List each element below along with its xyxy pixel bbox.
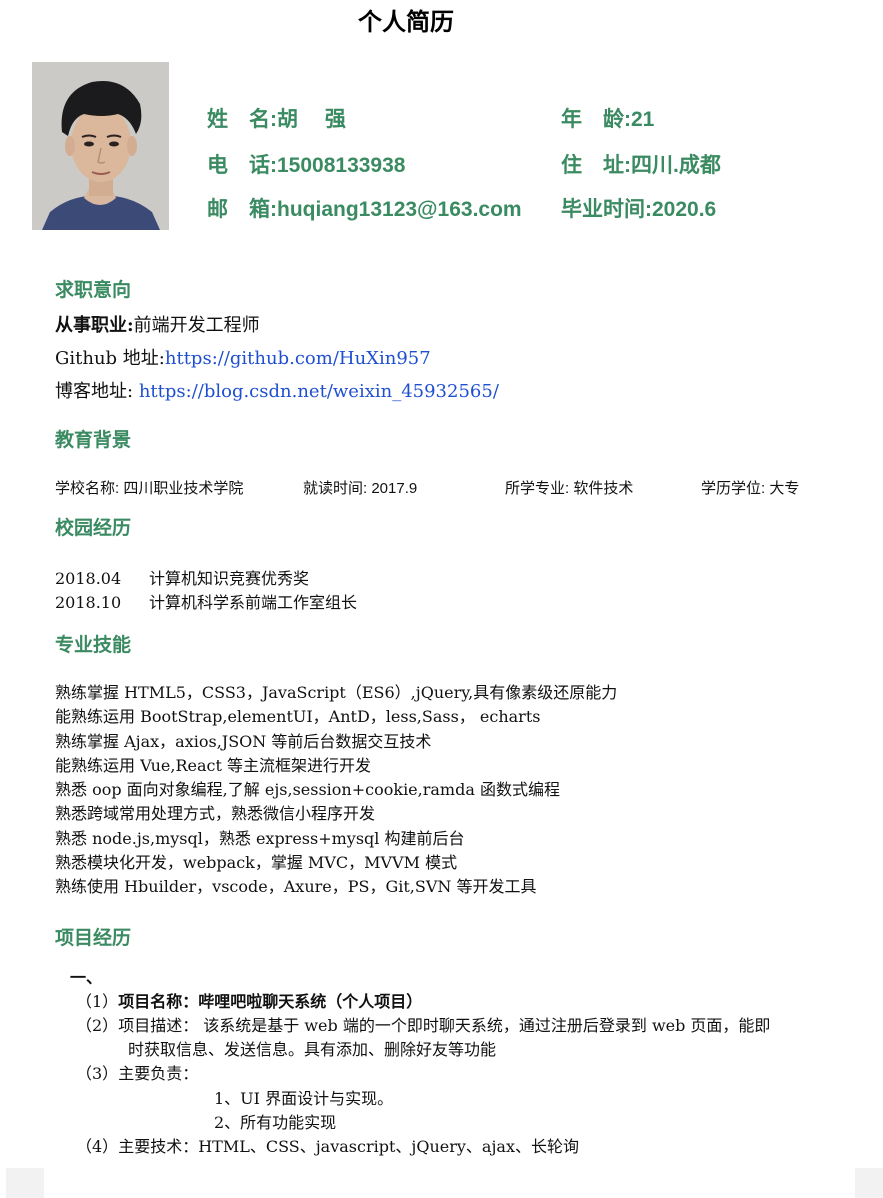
education-school: 学校名称: 四川职业技术学院 xyxy=(55,480,244,497)
campus-date: 2018.04 xyxy=(55,569,122,588)
project-tech: 主要技术：HTML、CSS、javascript、jQuery、ajax、长轮询 xyxy=(118,1137,579,1156)
page-corner-mark xyxy=(6,1168,44,1198)
project-name-row: （1）项目名称：哔哩吧啦聊天系统（个人项目） xyxy=(76,988,422,1012)
age-value: 21 xyxy=(631,108,655,131)
education-major: 所学专业: 软件技术 xyxy=(505,480,634,497)
occupation-label: 从事职业: xyxy=(55,315,134,336)
project-desc-line2: 时获取信息、发送信息。具有添加、删除好友等功能 xyxy=(128,1040,497,1059)
project-tech-row: （4）主要技术：HTML、CSS、javascript、jQuery、ajax、… xyxy=(76,1133,579,1157)
project-tech-prefix: （4） xyxy=(76,1137,119,1156)
blog-link[interactable]: https://blog.csdn.net/weixin_45932565/ xyxy=(139,381,499,402)
project-resp-item: 1、UI 界面设计与实现。 xyxy=(214,1089,394,1108)
skill-item: 熟悉 oop 面向对象编程,了解 ejs,session+cookie,ramd… xyxy=(55,780,560,800)
project-resp-row: （3）主要负责： xyxy=(76,1060,198,1084)
section-heading-job-intent: 求职意向 xyxy=(55,280,132,301)
address-row: 住 址:四川.成都 xyxy=(561,149,721,179)
project-name-prefix: （1） xyxy=(76,992,119,1011)
name-label: 姓 名: xyxy=(207,108,277,131)
project-desc-prefix: （2） xyxy=(76,1016,119,1035)
portrait-image xyxy=(32,62,169,230)
section-heading-education: 教育背景 xyxy=(55,430,132,451)
phone-value: 15008133938 xyxy=(277,154,406,177)
section-heading-campus: 校园经历 xyxy=(55,518,132,539)
campus-date: 2018.10 xyxy=(55,593,122,612)
project-resp-item: 2、所有功能实现 xyxy=(214,1113,337,1132)
blog-row: 博客地址: https://blog.csdn.net/weixin_45932… xyxy=(55,377,499,403)
github-link[interactable]: https://github.com/HuXin957 xyxy=(165,348,431,369)
blog-label: 博客地址: xyxy=(55,381,134,402)
graduation-label: 毕业时间: xyxy=(561,198,652,221)
campus-text: 计算机科学系前端工作室组长 xyxy=(149,593,358,612)
age-label: 年 龄: xyxy=(561,108,631,131)
campus-item: 2018.10 计算机科学系前端工作室组长 xyxy=(55,589,357,613)
occupation-row: 从事职业:前端开发工程师 xyxy=(55,311,260,337)
skill-item: 熟练掌握 HTML5，CSS3，JavaScript（ES6）,jQuery,具… xyxy=(55,683,618,702)
occupation-value: 前端开发工程师 xyxy=(133,315,260,336)
education-period: 就读时间: 2017.9 xyxy=(303,480,418,497)
project-desc-row: （2）项目描述： 该系统是基于 web 端的一个即时聊天系统，通过注册后登录到 … xyxy=(76,1012,770,1036)
project-resp-label: 主要负责： xyxy=(118,1064,199,1083)
section-heading-skills: 专业技能 xyxy=(55,635,132,656)
skill-item: 能熟练运用 Vue,React 等主流框架进行开发 xyxy=(55,755,372,775)
name-row: 姓 名:胡 强 xyxy=(207,103,346,133)
github-label: Github 地址: xyxy=(55,348,165,369)
graduation-value: 2020.6 xyxy=(652,198,717,221)
project-desc-line1: 项目描述： 该系统是基于 web 端的一个即时聊天系统，通过注册后登录到 web… xyxy=(118,1016,771,1035)
email-row: 邮 箱:huqiang13123@163.com xyxy=(207,193,522,223)
skill-item: 熟练使用 Hbuilder，vscode，Axure，PS，Git,SVN 等开… xyxy=(55,877,537,897)
name-value: 胡 强 xyxy=(277,108,346,131)
email-label: 邮 箱: xyxy=(207,198,277,221)
skills-list: 熟练掌握 HTML5，CSS3，JavaScript（ES6）,jQuery,具… xyxy=(55,681,617,900)
address-value: 四川.成都 xyxy=(631,154,721,177)
skill-item: 熟悉跨域常用处理方式，熟悉微信小程序开发 xyxy=(55,804,376,824)
skill-item: 熟练掌握 Ajax，axios,JSON 等前后台数据交互技术 xyxy=(55,731,432,751)
campus-item: 2018.04 计算机知识竞赛优秀奖 xyxy=(55,565,309,589)
project-resp-prefix: （3） xyxy=(76,1064,119,1083)
age-row: 年 龄:21 xyxy=(561,103,654,133)
project-index: 一、 xyxy=(70,968,103,987)
skill-item: 熟悉模块化开发，webpack，掌握 MVC，MVVM 模式 xyxy=(55,853,458,873)
education-degree: 学历学位: 大专 xyxy=(701,480,800,497)
phone-label: 电 话: xyxy=(207,154,277,177)
phone-row: 电 话:15008133938 xyxy=(207,149,405,179)
project-name: 项目名称：哔哩吧啦聊天系统（个人项目） xyxy=(118,992,423,1011)
email-value: huqiang13123@163.com xyxy=(277,198,522,221)
skill-item: 能熟练运用 BootStrap,elementUI，AntD，less,Sass… xyxy=(55,707,541,727)
graduation-row: 毕业时间:2020.6 xyxy=(561,193,716,223)
page-corner-mark xyxy=(855,1168,883,1198)
github-row: Github 地址:https://github.com/HuXin957 xyxy=(55,344,431,370)
section-heading-projects: 项目经历 xyxy=(55,928,132,949)
campus-text: 计算机知识竞赛优秀奖 xyxy=(149,569,310,588)
skill-item: 熟悉 node.js,mysql，熟悉 express+mysql 构建前后台 xyxy=(55,828,465,848)
address-label: 住 址: xyxy=(561,154,631,177)
page-title: 个人简历 xyxy=(358,8,454,36)
profile-photo xyxy=(32,62,169,230)
